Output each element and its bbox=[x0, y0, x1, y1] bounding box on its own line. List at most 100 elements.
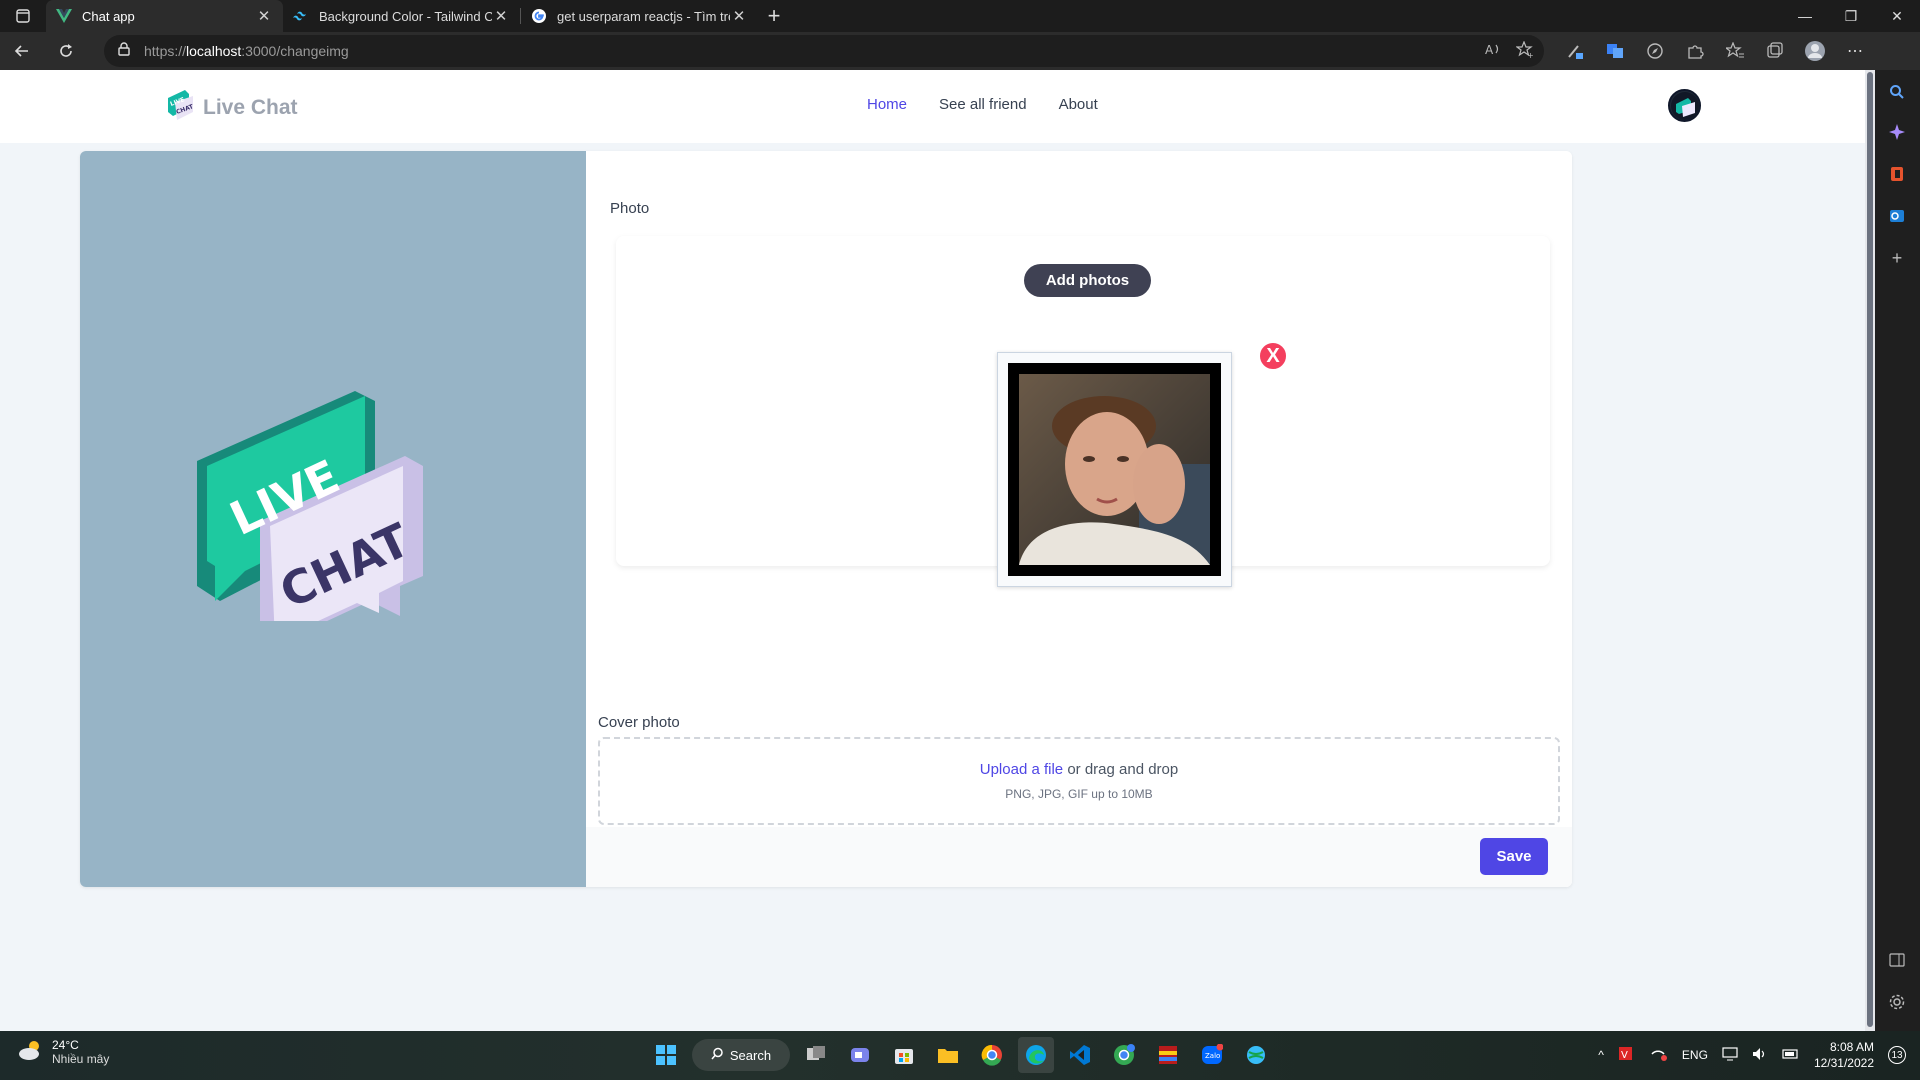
close-tab-icon[interactable]: ✕ bbox=[492, 7, 510, 25]
add-sidebar-icon[interactable]: + bbox=[1883, 244, 1911, 272]
more-options-icon[interactable]: ⋯ bbox=[1840, 36, 1870, 66]
profile-avatar-icon[interactable] bbox=[1800, 36, 1830, 66]
google-icon bbox=[531, 8, 547, 24]
extension-icon[interactable] bbox=[1560, 36, 1590, 66]
copilot-sparkle-icon[interactable] bbox=[1883, 118, 1911, 146]
photo-upload-box: Add photos X bbox=[616, 236, 1550, 587]
restore-icon[interactable]: ❐ bbox=[1828, 0, 1874, 32]
upload-file-link[interactable]: Upload a file bbox=[980, 761, 1063, 778]
hide-sidebar-icon[interactable] bbox=[1883, 946, 1911, 974]
edge-icon[interactable] bbox=[1018, 1037, 1054, 1073]
file-type-hint: PNG, JPG, GIF up to 10MB bbox=[1005, 787, 1153, 801]
hero-panel: LIVE CHAT bbox=[80, 151, 586, 887]
tab-title: get userparam reactjs - Tìm trên bbox=[557, 8, 730, 24]
edge-sidebar: + bbox=[1875, 70, 1920, 1031]
tab-google-search[interactable]: get userparam reactjs - Tìm trên ✕ bbox=[521, 0, 758, 32]
favorites-icon[interactable] bbox=[1720, 36, 1750, 66]
weather-condition: Nhiều mây bbox=[52, 1052, 110, 1066]
live-chat-logo-icon: LIVE CHAT bbox=[165, 88, 195, 127]
translate-icon[interactable] bbox=[1600, 36, 1630, 66]
teams-chat-icon[interactable] bbox=[842, 1037, 878, 1073]
live-chat-illustration: LIVE CHAT bbox=[197, 391, 423, 621]
battery-icon[interactable] bbox=[1782, 1048, 1800, 1063]
extensions-puzzle-icon[interactable] bbox=[1680, 36, 1710, 66]
outlook-icon[interactable] bbox=[1883, 202, 1911, 230]
taskbar-search[interactable]: Search bbox=[692, 1039, 790, 1071]
main-menu: Home See all friend About bbox=[867, 96, 1098, 113]
nav-home-link[interactable]: Home bbox=[867, 96, 907, 113]
image-form: Photo Add photos X Cover photo Upload a … bbox=[586, 151, 1572, 887]
file-explorer-icon[interactable] bbox=[930, 1037, 966, 1073]
search-label: Search bbox=[729, 1047, 772, 1063]
photo-thumbnail bbox=[1008, 363, 1221, 576]
network-globe-icon[interactable] bbox=[1238, 1037, 1274, 1073]
url-input[interactable]: https://localhost:3000/changeimg A + bbox=[104, 35, 1544, 67]
profile-photo-image bbox=[1019, 374, 1210, 565]
cloud-sun-icon bbox=[18, 1039, 44, 1066]
back-icon[interactable] bbox=[0, 32, 44, 70]
page-viewport: LIVE CHAT Live Chat Home See all friend A… bbox=[0, 70, 1865, 1031]
compass-icon[interactable] bbox=[1640, 36, 1670, 66]
favorite-add-icon[interactable]: + bbox=[1515, 40, 1534, 64]
tab-actions-icon[interactable] bbox=[0, 0, 46, 32]
change-image-card: LIVE CHAT Photo Add photos X Cover photo… bbox=[80, 151, 1572, 887]
add-photos-button[interactable]: Add photos bbox=[1024, 264, 1151, 297]
clock[interactable]: 8:08 AM 12/31/2022 bbox=[1814, 1039, 1874, 1071]
address-bar: https://localhost:3000/changeimg A + ⋯ bbox=[0, 32, 1920, 70]
form-footer: Save bbox=[586, 827, 1572, 887]
close-tab-icon[interactable]: ✕ bbox=[730, 7, 748, 25]
refresh-icon[interactable] bbox=[44, 32, 88, 70]
zalo-icon[interactable]: Zalo bbox=[1194, 1037, 1230, 1073]
cover-photo-dropzone[interactable]: Upload a file or drag and drop PNG, JPG,… bbox=[598, 737, 1560, 825]
remove-photo-button[interactable]: X bbox=[1258, 341, 1288, 371]
url-text: https://localhost:3000/changeimg bbox=[144, 43, 349, 59]
read-aloud-icon[interactable]: A bbox=[1484, 41, 1502, 64]
window-controls: — ❐ ✕ bbox=[1782, 0, 1920, 32]
chevron-up-icon[interactable]: ^ bbox=[1598, 1048, 1604, 1062]
network-warning-icon[interactable] bbox=[1650, 1046, 1668, 1065]
office-icon[interactable] bbox=[1883, 160, 1911, 188]
system-tray: ^ V ENG 8:08 AM 12/31/2022 13 bbox=[1598, 1039, 1906, 1071]
close-window-icon[interactable]: ✕ bbox=[1874, 0, 1920, 32]
clock-time: 8:08 AM bbox=[1829, 1040, 1874, 1054]
tab-chat-app[interactable]: Chat app ✕ bbox=[46, 0, 283, 32]
settings-gear-icon[interactable] bbox=[1883, 988, 1911, 1016]
nav-see-all-friend-link[interactable]: See all friend bbox=[939, 96, 1027, 113]
winrar-icon[interactable] bbox=[1150, 1037, 1186, 1073]
lock-icon bbox=[118, 41, 130, 61]
temperature: 24°C bbox=[52, 1038, 79, 1052]
page-scrollbar[interactable] bbox=[1865, 70, 1875, 1031]
display-icon[interactable] bbox=[1722, 1046, 1738, 1064]
weather-widget[interactable]: 24°C Nhiều mây bbox=[18, 1038, 109, 1066]
new-tab-button[interactable]: + bbox=[758, 0, 790, 32]
brand[interactable]: LIVE CHAT Live Chat bbox=[165, 88, 298, 127]
chrome-profile-icon[interactable] bbox=[1106, 1037, 1142, 1073]
notification-badge[interactable]: 13 bbox=[1888, 1046, 1906, 1064]
chrome-icon[interactable] bbox=[974, 1037, 1010, 1073]
antivirus-icon[interactable]: V bbox=[1618, 1046, 1636, 1065]
user-avatar[interactable] bbox=[1668, 89, 1701, 122]
nav-about-link[interactable]: About bbox=[1059, 96, 1098, 113]
save-button[interactable]: Save bbox=[1480, 838, 1548, 875]
vue-icon bbox=[56, 8, 72, 24]
svg-text:Zalo: Zalo bbox=[1205, 1052, 1220, 1060]
tab-title: Background Color - Tailwind CSS bbox=[319, 8, 492, 24]
photo-preview bbox=[997, 352, 1232, 587]
collections-icon[interactable] bbox=[1760, 36, 1790, 66]
vscode-icon[interactable] bbox=[1062, 1037, 1098, 1073]
search-icon[interactable] bbox=[1883, 78, 1911, 106]
volume-icon[interactable] bbox=[1752, 1047, 1768, 1064]
drag-drop-text: or drag and drop bbox=[1067, 761, 1179, 778]
clock-date: 12/31/2022 bbox=[1813, 1056, 1874, 1070]
microsoft-store-icon[interactable] bbox=[886, 1037, 922, 1073]
close-tab-icon[interactable]: ✕ bbox=[255, 7, 273, 25]
scrollbar-thumb[interactable] bbox=[1867, 72, 1873, 1027]
language-indicator[interactable]: ENG bbox=[1682, 1048, 1708, 1062]
minimize-icon[interactable]: — bbox=[1782, 0, 1828, 32]
brand-name: Live Chat bbox=[203, 95, 298, 119]
svg-text:+: + bbox=[1527, 51, 1534, 59]
tab-bar: Chat app ✕ Background Color - Tailwind C… bbox=[0, 0, 1920, 32]
start-windows-icon[interactable] bbox=[648, 1037, 684, 1073]
task-view-icon[interactable] bbox=[798, 1037, 834, 1073]
tab-tailwind[interactable]: Background Color - Tailwind CSS ✕ bbox=[283, 0, 520, 32]
